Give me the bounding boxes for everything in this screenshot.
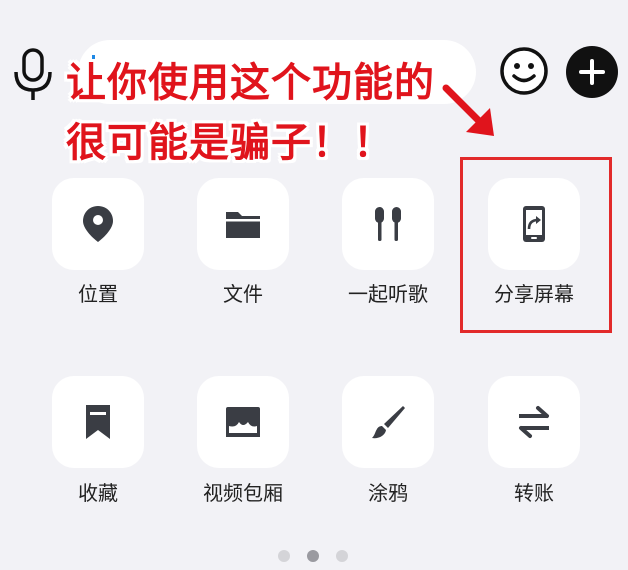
feature-video-room-label: 视频包厢 <box>203 481 283 505</box>
feature-favorites-tile[interactable] <box>52 376 144 468</box>
feature-doodle-label: 涂鸦 <box>368 481 408 505</box>
feature-listen-together-label: 一起听歌 <box>348 282 428 306</box>
feature-listen-together-tile[interactable] <box>342 178 434 270</box>
earphones-icon <box>375 207 401 241</box>
feature-file-label: 文件 <box>223 282 263 306</box>
video-room-icon <box>226 407 260 437</box>
page-indicator-dot[interactable] <box>336 550 348 562</box>
feature-file-tile[interactable] <box>197 178 289 270</box>
emoji-icon[interactable] <box>498 45 550 97</box>
feature-location-tile[interactable] <box>52 178 144 270</box>
page-indicator-dot[interactable] <box>278 550 290 562</box>
share-screen-icon <box>523 206 545 242</box>
brush-icon <box>372 406 405 439</box>
feature-share-screen-label: 分享屏幕 <box>494 282 574 306</box>
page-indicator-dot-active[interactable] <box>307 550 319 562</box>
warning-caption-line2: 很可能是骗子！！ <box>66 119 394 166</box>
feature-favorites-label: 收藏 <box>78 481 118 505</box>
feature-doodle-tile[interactable] <box>342 376 434 468</box>
add-button[interactable] <box>566 46 618 98</box>
folder-icon <box>226 212 260 238</box>
plus-icon <box>579 59 605 85</box>
bookmark-icon <box>86 405 110 439</box>
feature-transfer-label: 转账 <box>514 481 554 505</box>
feature-video-room-tile[interactable] <box>197 376 289 468</box>
warning-caption-line1: 让你使用这个功能的 <box>66 59 435 106</box>
transfer-arrows-icon <box>519 406 549 438</box>
feature-location-label: 位置 <box>78 282 118 306</box>
microphone-icon[interactable] <box>10 48 56 100</box>
warning-arrow-icon <box>442 84 494 136</box>
feature-share-screen-tile[interactable] <box>488 178 580 270</box>
feature-transfer-tile[interactable] <box>488 376 580 468</box>
location-pin-icon <box>83 206 113 242</box>
